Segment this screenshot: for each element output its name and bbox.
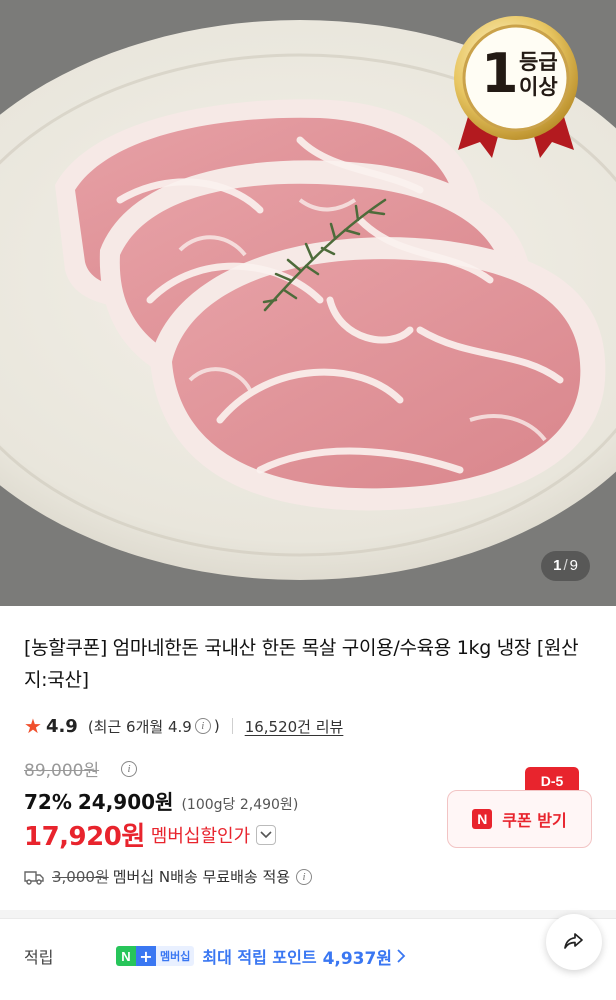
original-price: 89,000원 [24, 761, 100, 781]
points-label: 적립 [24, 948, 54, 967]
coupon-button-label: 쿠폰 받기 [502, 811, 567, 830]
naver-n-icon: N [472, 809, 493, 829]
share-button[interactable] [546, 914, 602, 970]
get-coupon-button[interactable]: N 쿠폰 받기 [447, 790, 592, 848]
product-image-gallery[interactable]: 1 등급 이상 1/9 [0, 0, 616, 606]
points-value: 4,937원 [322, 948, 392, 969]
info-icon[interactable]: i [296, 868, 313, 885]
chevron-right-icon[interactable] [396, 949, 406, 963]
info-icon[interactable]: i [121, 761, 137, 777]
section-divider-line [0, 918, 616, 919]
rating-row: ★ 4.9 (최근 6개월 4.9 i ) 16,520건 리뷰 [24, 712, 343, 740]
naver-plus-membership-badge: N + 멤버십 [116, 945, 195, 967]
member-price-row[interactable]: 17,920원 멤버십할인가 [24, 816, 277, 853]
chevron-down-icon[interactable] [256, 824, 277, 845]
shipping-text: 멤버십 N배송 무료배송 적용 [112, 868, 291, 886]
section-divider [0, 910, 616, 918]
discount-rate: 72% [24, 790, 72, 814]
unit-price: (100g당 2,490원) [181, 797, 299, 813]
original-shipping-fee: 3,000원 [52, 868, 109, 886]
share-icon [564, 933, 583, 949]
points-row[interactable]: 적립 N + 멤버십 최대 적립 포인트 4,937원 [24, 940, 592, 972]
truck-icon [24, 870, 44, 885]
grade-badge-text: 1 등급 이상 [481, 42, 558, 105]
image-counter: 1/9 [541, 551, 590, 581]
star-icon: ★ [24, 714, 42, 738]
review-link[interactable]: 16,520건 리뷰 [245, 716, 344, 737]
product-title: [농할쿠폰] 엄마네한돈 국내산 한돈 목살 구이용/수육용 1kg 냉장 [원… [24, 637, 579, 691]
points-text: 최대 적립 포인트 [202, 948, 317, 967]
sale-price-row: 72% 24,900원 (100g당 2,490원) [24, 786, 298, 815]
sale-price: 24,900원 [77, 790, 174, 814]
shipping-row: 3,000원 멤버십 N배송 무료배송 적용 i [24, 866, 315, 887]
divider [231, 718, 233, 734]
rating-value: 4.9 [45, 715, 78, 737]
member-price: 17,920원 [24, 822, 145, 852]
info-icon[interactable]: i [194, 718, 211, 734]
rating-note: (최근 6개월 4.9 i ) [87, 717, 220, 736]
member-price-label: 멤버십할인가 [150, 825, 251, 847]
